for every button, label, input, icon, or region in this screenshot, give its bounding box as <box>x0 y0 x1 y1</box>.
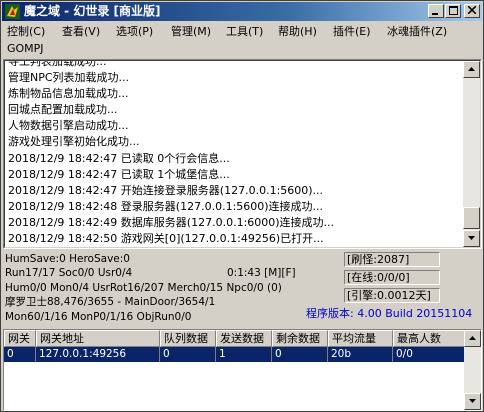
arrow-up-icon <box>469 336 476 340</box>
gateway-grid[interactable]: 网关 网关地址 队列数据 发送数据 剩余数据 平均流量 最高人数 0 127.0… <box>4 330 466 410</box>
status-panel: HumSave:0 HeroSave:0 Run17/17 Soc0/0 Usr… <box>3 251 482 327</box>
status-run: Run17/17 Soc0/0 Usr0/4 <box>5 267 133 279</box>
column-header-sent[interactable]: 发送数据 <box>216 330 272 347</box>
table-cell: 20b <box>328 347 393 362</box>
column-header-queue[interactable]: 队列数据 <box>160 330 216 347</box>
status-monster-run: Mon60/1/16 MonP0/1/16 ObjRun0/0 <box>5 311 192 323</box>
log-line: 炼制物品信息加载成功... <box>8 87 129 101</box>
close-icon <box>468 6 476 14</box>
menu-options[interactable]: 选项(P) <box>116 24 153 40</box>
log-line: 2018/12/9 18:42:48 登录服务器(127.0.0.1:5600)… <box>8 199 324 213</box>
column-header-gateway[interactable]: 网关 <box>4 330 36 347</box>
log-lines: 寻工判表加载成功... 管理NPC列表加载成功... 炼制物品信息加载成功...… <box>8 60 458 247</box>
close-button[interactable] <box>464 4 480 18</box>
log-line: 2018/12/9 18:42:49 数据库服务器(127.0.0.1:6000… <box>8 215 335 229</box>
minimize-icon <box>432 13 438 15</box>
grid-scroll-up-button[interactable] <box>464 330 481 347</box>
log-line: 回城点配置加载成功... <box>8 103 118 117</box>
menu-control[interactable]: 控制(C) <box>7 24 45 40</box>
menu-manage[interactable]: 管理(M) <box>171 24 211 40</box>
menu-icesoul-plugins[interactable]: 冰魂插件(Z) <box>387 24 447 40</box>
log-scrollbar[interactable] <box>463 61 480 247</box>
table-cell: 0/0 <box>393 347 466 362</box>
log-line: 游戏处理引擎初始化成功... <box>8 135 140 149</box>
window-title: 魔之域 - 幻世录 [商业版] <box>24 4 161 18</box>
log-line: 2018/12/9 18:42:47 已读取 0个行会信息... <box>8 151 230 165</box>
arrow-down-icon <box>468 236 475 240</box>
status-counters: Hum0/0 Mon0/4 UsrRot16/207 Merch0/15 Npc… <box>5 282 282 294</box>
grid-scrollbar[interactable] <box>464 330 481 410</box>
online-badge: [在线:0/0/0] <box>344 270 440 285</box>
menu-bar: 控制(C) 查看(V) 选项(P) 管理(M) 工具(T) 帮助(H) 插件(E… <box>3 22 481 41</box>
log-line: 寻工判表加载成功... <box>8 60 107 68</box>
menu-help[interactable]: 帮助(H) <box>278 24 317 40</box>
log-line: 2018/12/9 18:42:50 游戏网关[0](127.0.0.1:492… <box>8 232 324 246</box>
scroll-up-button[interactable] <box>463 61 480 78</box>
status-map-info: 摩罗卫士88,476/3655 - MainDoor/3654/1 <box>5 296 216 308</box>
table-cell: 0 <box>272 347 328 362</box>
title-bar[interactable]: 魔之域 - 幻世录 [商业版] <box>2 2 482 21</box>
column-header-address[interactable]: 网关地址 <box>36 330 160 347</box>
column-header-remaining[interactable]: 剩余数据 <box>272 330 328 347</box>
refresh-monster-badge: [刷怪:2087] <box>344 252 440 267</box>
status-uptime: 0:1:43 [M][F] <box>227 267 296 279</box>
version-label: 程序版本: 4.00 Build 20151104 <box>306 307 473 320</box>
log-line: 管理NPC列表加载成功... <box>8 71 130 85</box>
app-window: 魔之域 - 幻世录 [商业版] 控制(C) 查看(V) 选项(P) 管理(M) … <box>0 0 484 412</box>
menu-view[interactable]: 查看(V) <box>62 24 100 40</box>
table-cell: 1 <box>216 347 272 362</box>
gateway-table: 网关 网关地址 队列数据 发送数据 剩余数据 平均流量 最高人数 0 127.0… <box>3 329 482 411</box>
maximize-icon <box>448 6 458 15</box>
menu-tools[interactable]: 工具(T) <box>226 24 263 40</box>
menu-gompj[interactable]: GOMPJ <box>7 41 44 57</box>
arrow-down-icon <box>469 399 476 403</box>
column-header-max-users[interactable]: 最高人数 <box>393 330 466 347</box>
app-logo-icon <box>5 4 20 19</box>
log-line: 人物数据引擎启动成功... <box>8 119 129 133</box>
grid-scroll-down-button[interactable] <box>464 393 481 410</box>
scroll-thumb[interactable] <box>463 207 480 229</box>
scroll-down-button[interactable] <box>463 230 480 247</box>
engine-badge: [引擎:0.0012天] <box>344 288 440 303</box>
table-cell: 127.0.0.1:49256 <box>36 347 160 362</box>
log-line: 2018/12/9 18:42:47 已读取 1个城堡信息... <box>8 167 230 181</box>
log-textarea[interactable]: 寻工判表加载成功... 管理NPC列表加载成功... 炼制物品信息加载成功...… <box>4 60 481 248</box>
column-header-avg-traffic[interactable]: 平均流量 <box>328 330 393 347</box>
status-save: HumSave:0 HeroSave:0 <box>5 253 130 265</box>
maximize-button[interactable] <box>445 4 461 18</box>
log-panel: 寻工判表加载成功... 管理NPC列表加载成功... 炼制物品信息加载成功...… <box>3 59 482 249</box>
table-cell: 0 <box>4 347 36 362</box>
menu-bar-row2: GOMPJ <box>3 40 481 58</box>
table-cell: 0 <box>160 347 216 362</box>
minimize-button[interactable] <box>428 4 444 18</box>
arrow-up-icon <box>468 67 475 71</box>
log-line: 2018/12/9 18:42:47 开始连接登录服务器(127.0.0.1:5… <box>8 183 324 197</box>
menu-plugins[interactable]: 插件(E) <box>333 24 371 40</box>
